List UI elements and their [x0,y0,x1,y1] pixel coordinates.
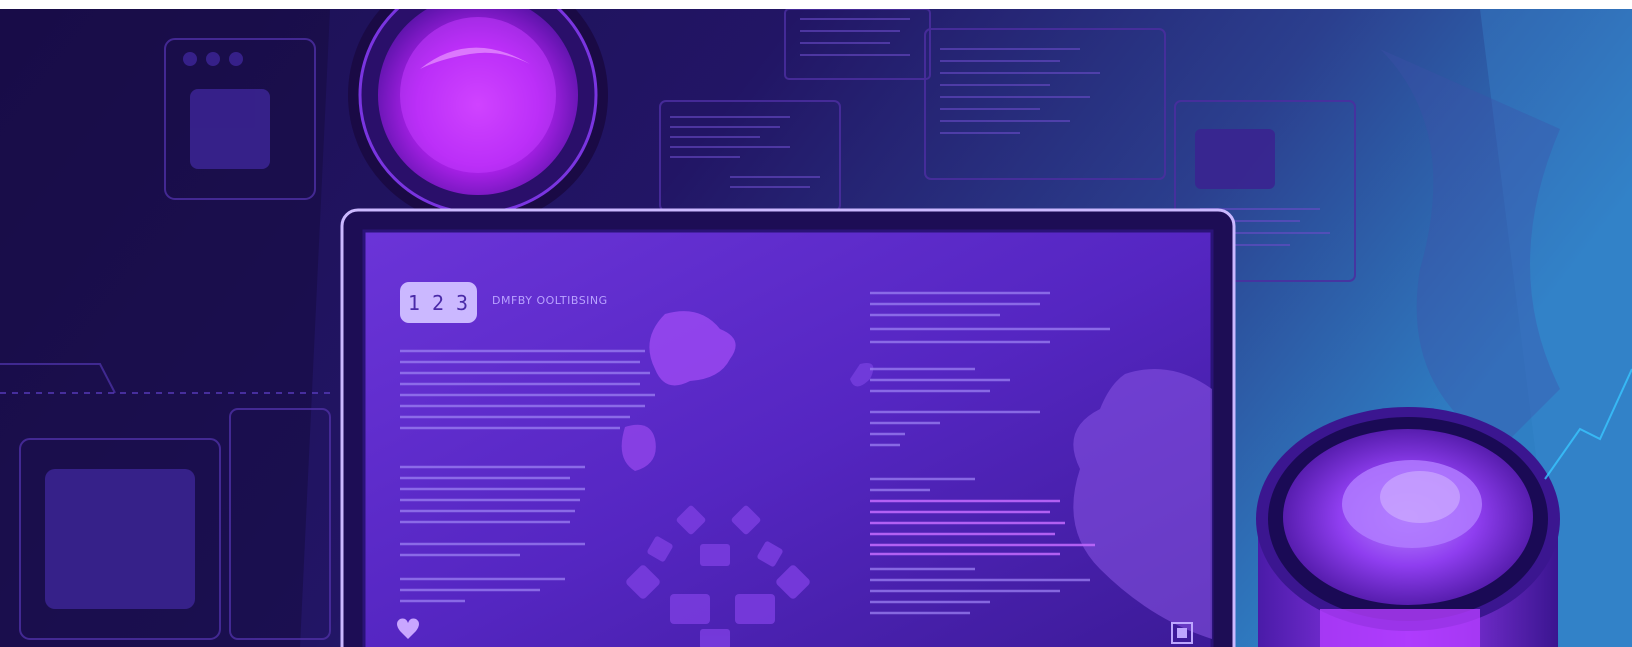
monitor: 1 2 3 DMFBY OOLTIBSING [340,208,1236,647]
camera-lens-icon [1256,407,1560,647]
illustration-scene: 1 2 3 DMFBY OOLTIBSING [0,9,1632,647]
counter-badge-label: 1 2 3 [408,291,468,315]
screen-heading: DMFBY OOLTIBSING [492,294,608,307]
